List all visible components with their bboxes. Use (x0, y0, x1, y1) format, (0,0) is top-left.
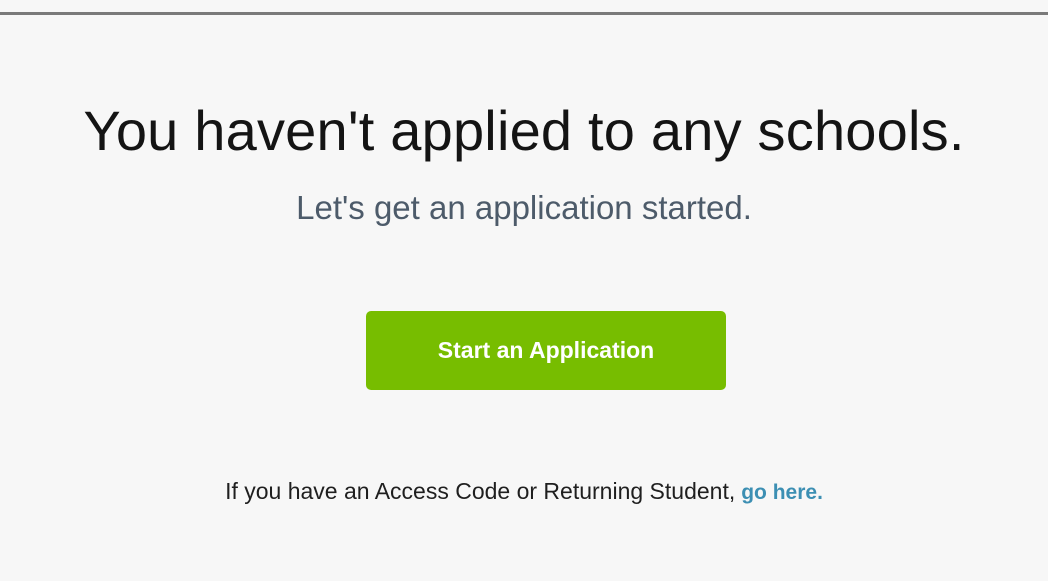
access-code-message: If you have an Access Code or Returning … (0, 474, 1048, 510)
access-code-link[interactable]: go here. (741, 481, 823, 504)
page-subtitle: Let's get an application started. (296, 189, 752, 226)
start-application-button[interactable]: Start an Application (366, 311, 726, 390)
page-title: You haven't applied to any schools. (83, 99, 965, 162)
access-code-prompt: If you have an Access Code or Returning … (225, 478, 736, 504)
empty-applications-panel: You haven't applied to any schools. Let'… (0, 0, 1048, 581)
